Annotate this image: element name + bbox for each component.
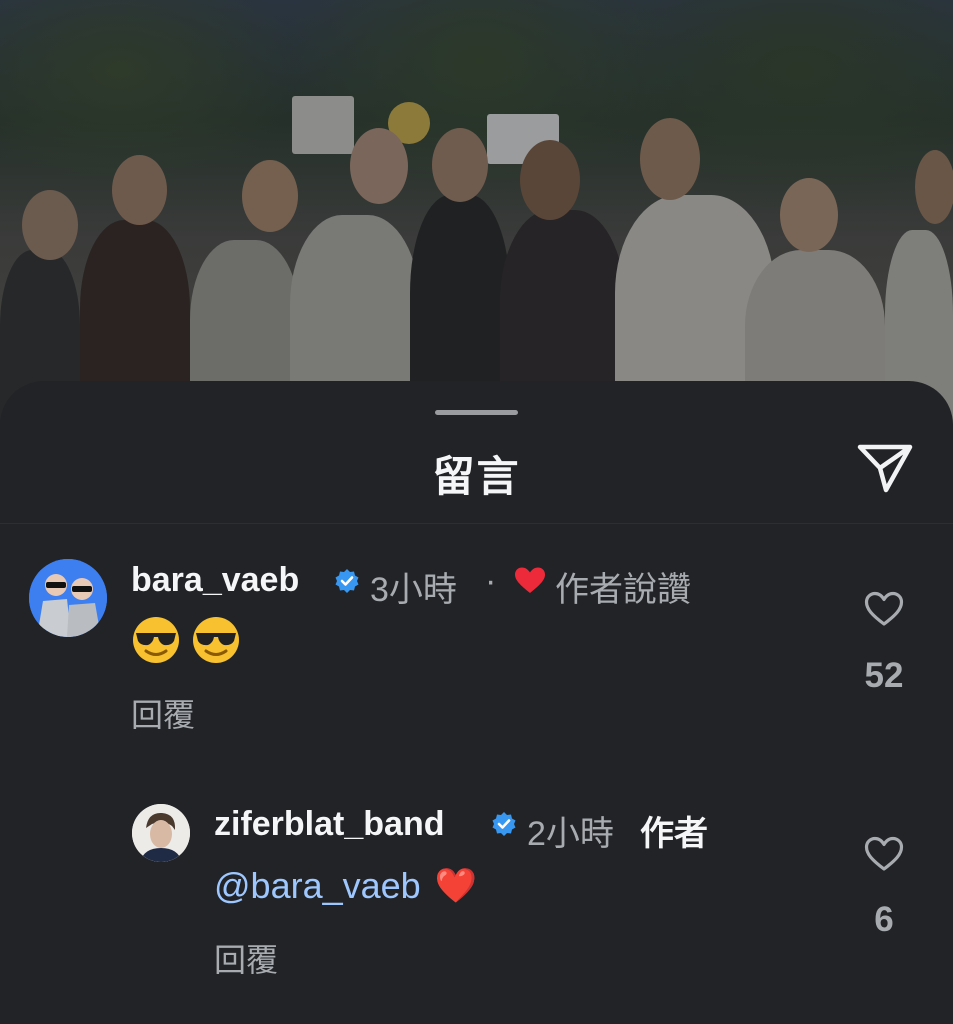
comment-timestamp: 2小時	[527, 815, 614, 853]
sheet-grabber-handle[interactable]	[435, 410, 518, 415]
like-count: 6	[874, 900, 894, 939]
divider	[0, 523, 953, 524]
background-photo	[0, 0, 953, 440]
reply-button[interactable]: 回覆	[214, 935, 278, 981]
author-liked-label: 作者說讚	[555, 571, 691, 609]
heart-outline-icon[interactable]	[864, 591, 904, 627]
verified-badge-icon	[492, 812, 516, 836]
heart-filled-icon	[515, 567, 545, 593]
reply-button[interactable]: 回覆	[131, 690, 195, 736]
heart-outline-icon[interactable]	[864, 836, 904, 872]
comment-text: @bara_vaeb ❤️	[214, 862, 477, 910]
like-count: 52	[864, 656, 904, 695]
avatar[interactable]	[29, 559, 107, 637]
verified-badge-icon	[335, 569, 359, 593]
sheet-title: 留言	[432, 453, 521, 500]
comment-username[interactable]: bara_vaeb	[131, 561, 299, 600]
avatar-image	[29, 559, 107, 637]
comment-timestamp: 3小時	[370, 571, 457, 609]
heart-emoji: ❤️	[434, 867, 478, 905]
author-label: 作者	[640, 815, 708, 853]
comment-username[interactable]: ziferblat_band	[214, 805, 444, 844]
comment-text	[131, 614, 241, 666]
mention-link[interactable]: @bara_vaeb	[214, 865, 421, 907]
avatar[interactable]	[132, 804, 190, 862]
sunglasses-emoji-icon	[193, 617, 239, 663]
avatar-image	[132, 804, 190, 862]
sunglasses-emoji-icon	[133, 617, 179, 663]
paper-plane-icon[interactable]	[855, 442, 915, 494]
meta-separator: ·	[485, 562, 497, 600]
